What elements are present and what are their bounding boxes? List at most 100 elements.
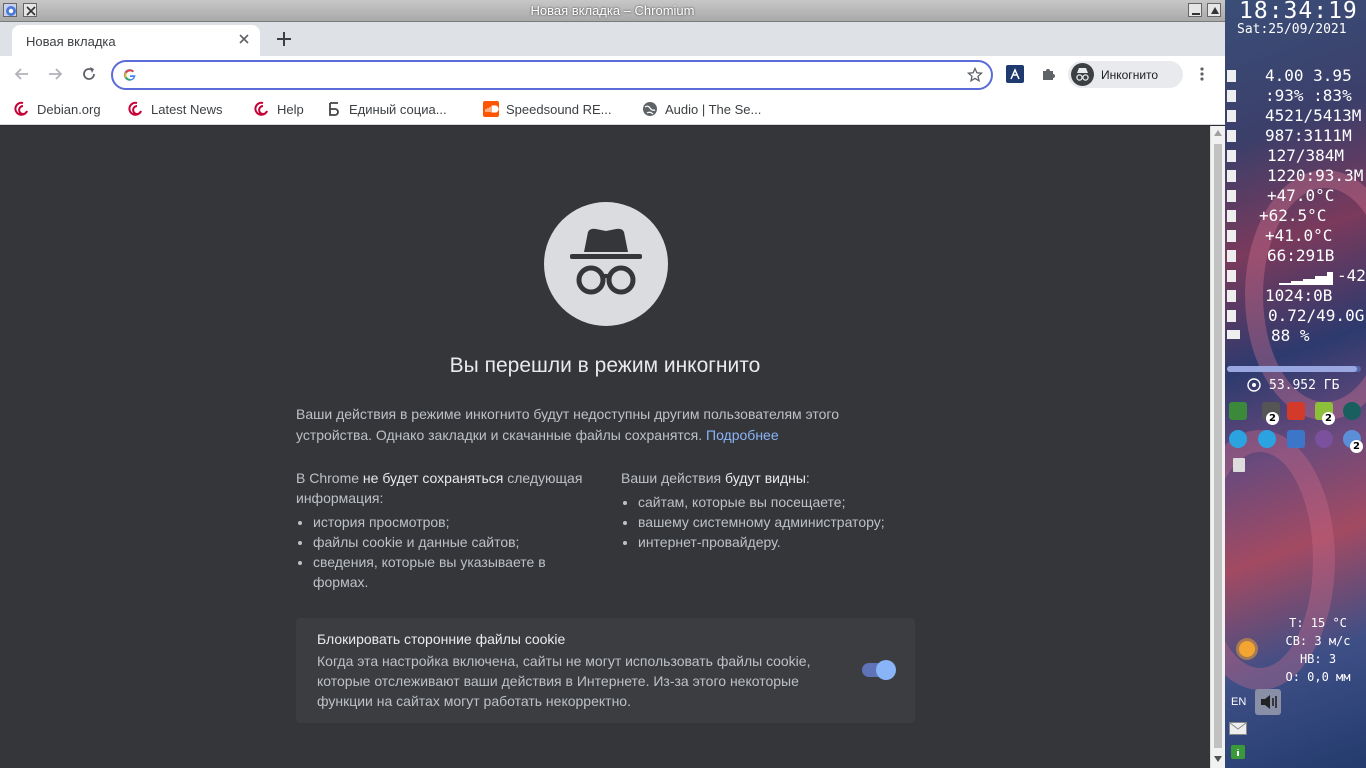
tab-strip: Новая вкладка xyxy=(0,22,1225,56)
battery-icon xyxy=(1227,330,1240,339)
cpu-icon xyxy=(1227,90,1236,102)
omnibox[interactable] xyxy=(111,60,993,90)
temp-icon xyxy=(1227,230,1236,242)
cookie-card-title: Блокировать сторонние файлы cookie xyxy=(317,631,566,647)
window-title: Новая вкладка – Chromium xyxy=(530,3,695,18)
stat-load: 4.00 3.95 xyxy=(1265,66,1352,85)
keyboard-layout[interactable]: EN xyxy=(1231,696,1246,708)
tray-badge: 2 xyxy=(1322,412,1335,425)
weather-widget: T: 15 °C СВ: 3 м/с НВ: 3 O: 0,0 мм xyxy=(1273,614,1363,686)
visible-to-list: сайтам, которые вы посещаете; вашему сис… xyxy=(621,492,921,552)
signal-icon xyxy=(1227,270,1236,282)
soundcloud-icon xyxy=(483,101,499,117)
mail-icon[interactable] xyxy=(1229,722,1247,735)
clock-time: 18:34:19 xyxy=(1239,0,1358,24)
globe-icon xyxy=(643,102,657,116)
bookmark-latest-news[interactable]: Latest News xyxy=(128,101,240,119)
b-letter-icon xyxy=(329,102,339,116)
page-scrollbar[interactable] xyxy=(1210,126,1225,768)
drive-icon xyxy=(1227,250,1236,262)
folder-icon xyxy=(1227,310,1236,322)
back-arrow-icon[interactable] xyxy=(12,64,32,84)
viber-icon[interactable] xyxy=(1315,430,1333,448)
weather-temp: T: 15 °C xyxy=(1289,616,1347,630)
weather-wind: СВ: 3 м/с xyxy=(1285,634,1351,648)
window-maximize-icon[interactable] xyxy=(1207,3,1221,17)
info-icon[interactable] xyxy=(1231,745,1245,759)
not-saved-section: В Chrome не будет сохраняться следующая … xyxy=(296,468,596,592)
bookmark-unified-social[interactable]: Единый социа... xyxy=(326,101,471,119)
tray-keyboard-icon[interactable] xyxy=(1233,458,1245,472)
stat-signal: -42 xyxy=(1337,266,1366,285)
incognito-spy-icon xyxy=(544,202,668,326)
disk-icon xyxy=(1247,378,1261,392)
extension-figure-icon[interactable] xyxy=(1006,65,1024,83)
stat-temp-2: +62.5°C xyxy=(1259,206,1327,225)
scroll-down-icon[interactable] xyxy=(1214,756,1222,762)
incognito-label: Инкогнито xyxy=(1101,68,1159,82)
tray-monitor-icon[interactable] xyxy=(1287,430,1305,448)
list-item: файлы cookie и данные сайтов; xyxy=(313,532,596,552)
scroll-up-icon[interactable] xyxy=(1214,130,1222,136)
debian-icon xyxy=(14,101,28,116)
page-heading: Вы перешли в режим инкогнито xyxy=(449,354,761,377)
omnibox-input[interactable] xyxy=(147,66,947,84)
not-saved-heading: В Chrome не будет сохраняться следующая … xyxy=(296,470,583,506)
temp-icon xyxy=(1227,190,1236,202)
scrollbar-thumb[interactable] xyxy=(1214,144,1222,748)
bookmark-debian-org[interactable]: Debian.org xyxy=(14,101,114,119)
browser-toolbar: Инкогнито xyxy=(0,56,1225,93)
bookmark-audio-the-se[interactable]: Audio | The Se... xyxy=(642,101,787,119)
toggle-knob xyxy=(876,660,896,680)
wifi-signal-bars xyxy=(1267,272,1333,285)
bookmark-star-icon[interactable] xyxy=(967,67,983,83)
bookmarks-bar: Debian.org Latest News Help Единый социа… xyxy=(0,93,1225,125)
visible-to-section: Ваши действия будут видны: сайтам, котор… xyxy=(621,468,921,552)
gpu-memory-icon xyxy=(1227,150,1236,162)
stat-network: 1024:0B xyxy=(1265,286,1333,305)
list-item: история просмотров; xyxy=(313,512,596,532)
network-icon xyxy=(1227,290,1236,302)
list-item: интернет-провайдеру. xyxy=(638,532,921,552)
transfer-icon xyxy=(1227,170,1236,182)
tray-badge: 2 xyxy=(1266,412,1279,425)
new-tab-plus-icon[interactable] xyxy=(274,29,294,49)
reload-icon[interactable] xyxy=(79,64,99,84)
extensions-puzzle-icon[interactable] xyxy=(1040,65,1058,83)
incognito-avatar-icon xyxy=(1071,63,1094,86)
telegram-icon[interactable] xyxy=(1258,430,1276,448)
tray-app-icon[interactable] xyxy=(1229,402,1247,420)
kebab-menu-icon[interactable] xyxy=(1194,65,1210,83)
debian-icon xyxy=(254,101,268,116)
load-icon xyxy=(1227,70,1236,82)
learn-more-link[interactable]: Подробнее xyxy=(706,427,779,443)
tab-close-icon[interactable] xyxy=(236,31,252,47)
tray-moon-icon[interactable] xyxy=(1343,402,1361,420)
not-saved-list: история просмотров; файлы cookie и данны… xyxy=(296,512,596,592)
bookmark-help[interactable]: Help xyxy=(254,101,314,119)
incognito-profile-button[interactable]: Инкогнито xyxy=(1068,61,1183,88)
block-third-party-cookies-toggle[interactable] xyxy=(862,660,896,680)
cookie-card-description: Когда эта настройка включена, сайты не м… xyxy=(317,653,811,709)
telegram-icon[interactable] xyxy=(1229,430,1247,448)
disk-free: 53.952 ГБ xyxy=(1269,378,1340,393)
tab-new-tab[interactable]: Новая вкладка xyxy=(12,25,260,56)
cookie-control-card: Блокировать сторонние файлы cookie Когда… xyxy=(296,618,915,723)
desktop-panel: 18:34:19 Sat:25/09/2021 4.00 3.95 :93% :… xyxy=(1225,0,1366,768)
volume-bar[interactable] xyxy=(1227,366,1361,372)
memory-icon xyxy=(1227,110,1236,122)
google-g-icon xyxy=(123,69,136,81)
stat-disk-usage: 0.72/49.0G xyxy=(1268,306,1365,325)
stat-transfer: 1220:93.3M xyxy=(1267,166,1364,185)
window-titlebar[interactable]: Новая вкладка – Chromium xyxy=(0,0,1225,22)
tray-x-app-icon[interactable] xyxy=(1287,402,1305,420)
speaker-icon[interactable] xyxy=(1255,689,1281,715)
window-minimize-icon[interactable] xyxy=(1188,3,1202,17)
bookmark-speedsound[interactable]: Speedsound RE... xyxy=(483,101,628,119)
forward-arrow-icon[interactable] xyxy=(45,64,65,84)
tab-label: Новая вкладка xyxy=(26,34,116,49)
incognito-page: Вы перешли в режим инкогнито Ваши действ… xyxy=(0,126,1210,768)
sun-icon xyxy=(1239,641,1255,657)
thermometer-icon xyxy=(1227,210,1236,222)
list-item: сайтам, которые вы посещаете; xyxy=(638,492,921,512)
